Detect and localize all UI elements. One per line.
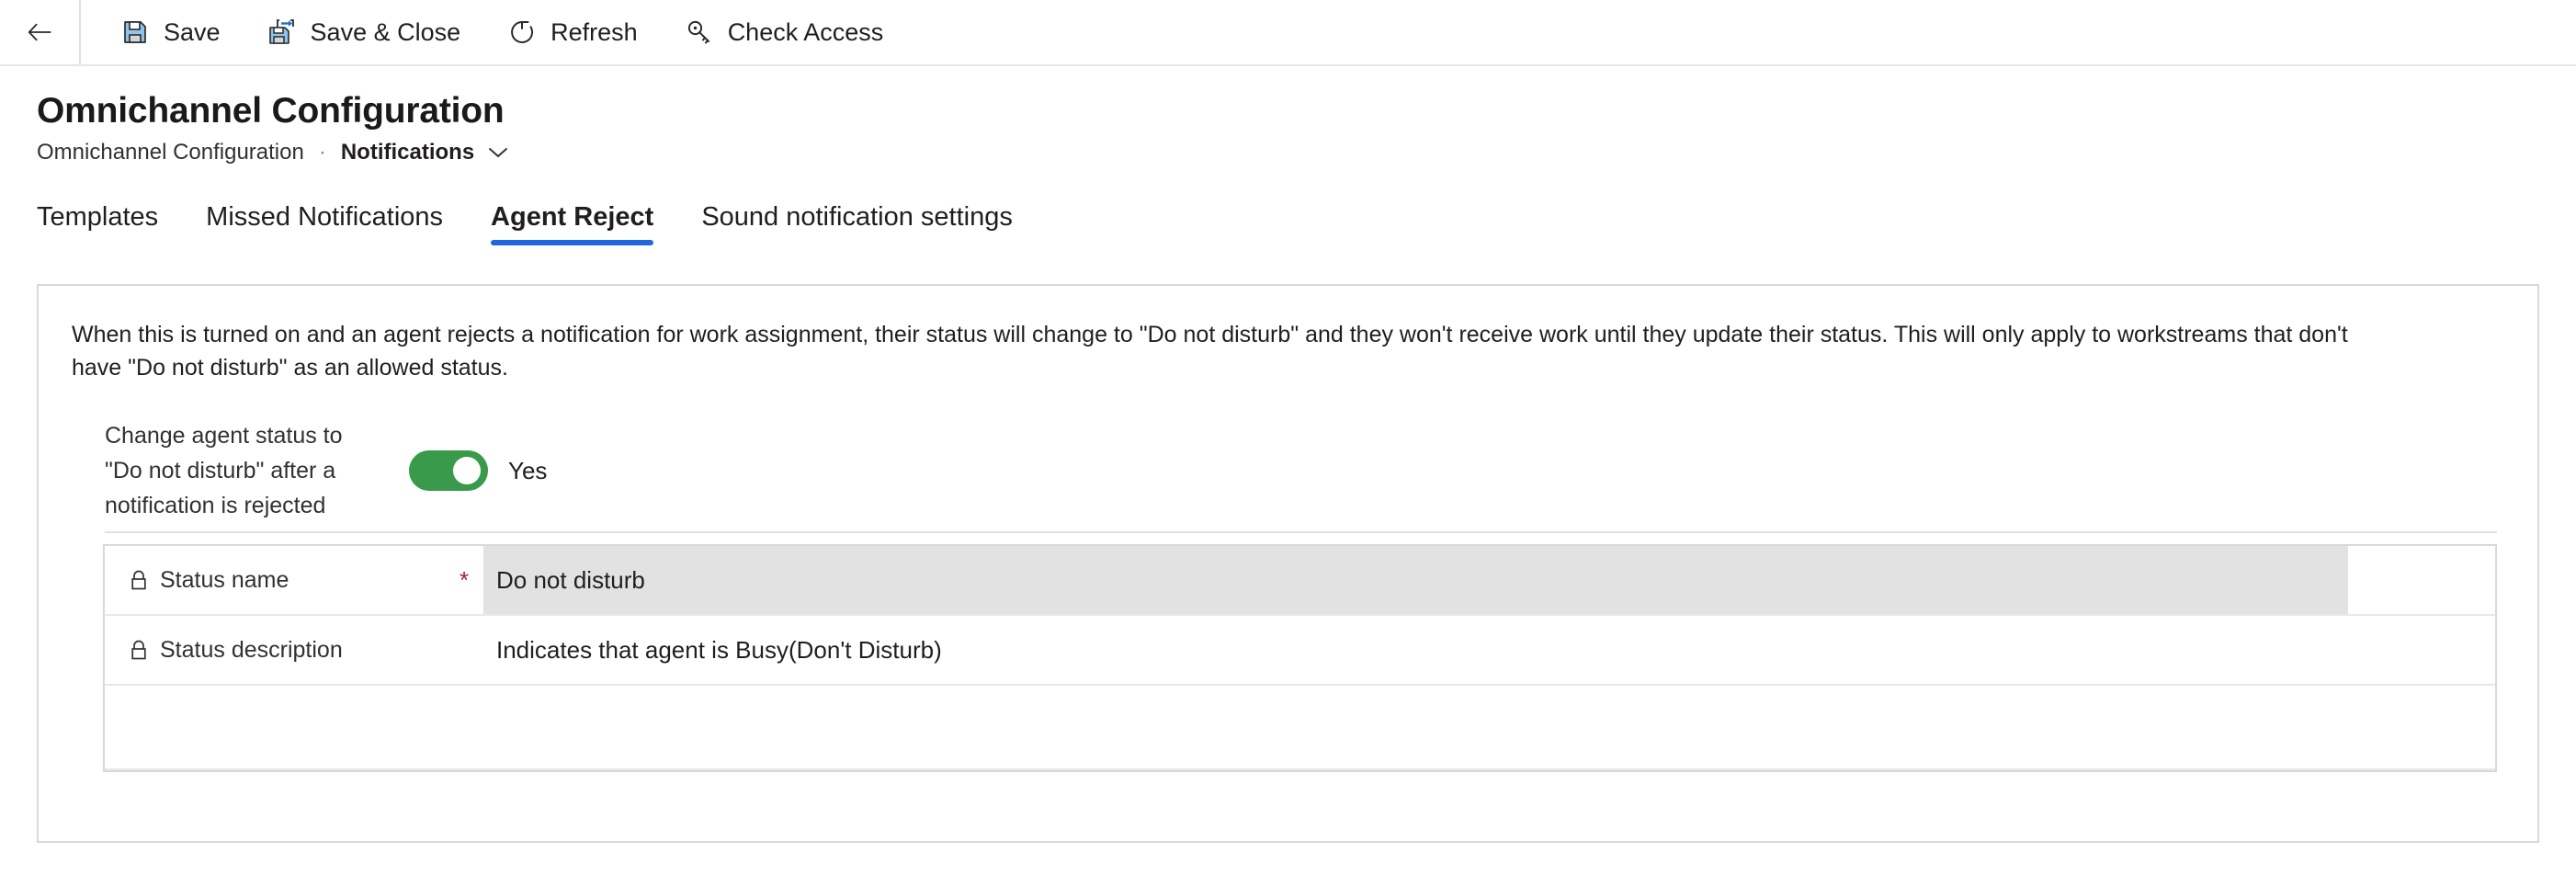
- breadcrumb-current: Notifications: [340, 140, 475, 165]
- tab-sound-notification-settings[interactable]: Sound notification settings: [677, 197, 1037, 251]
- command-bar: Save Save & Close Refresh Check Access: [0, 0, 2576, 66]
- refresh-icon: [508, 18, 536, 46]
- status-details-subgrid: Status name * Do not disturb Status desc…: [103, 544, 2497, 773]
- toggle-knob: [453, 457, 481, 485]
- page-title: Omnichannel Configuration: [37, 91, 505, 131]
- tab-sound-notification-settings-label: Sound notification settings: [701, 202, 1013, 233]
- save-floppy-icon: [121, 18, 149, 46]
- subgrid-empty-row: [105, 686, 2495, 771]
- tab-missed-notifications[interactable]: Missed Notifications: [182, 197, 467, 251]
- key-icon: [686, 18, 713, 46]
- save-and-close-button[interactable]: Save & Close: [244, 6, 485, 58]
- status-name-value-field[interactable]: Do not disturb: [483, 546, 2348, 615]
- status-name-required-marker: *: [459, 566, 470, 595]
- change-agent-status-toggle-state: Yes: [508, 456, 548, 484]
- refresh-button-label: Refresh: [550, 17, 638, 46]
- agent-reject-panel: When this is turned on and an agent reje…: [37, 284, 2539, 844]
- breadcrumb-entity[interactable]: Omnichannel Configuration: [37, 140, 304, 165]
- tab-strip: Templates Missed Notifications Agent Rej…: [0, 197, 2576, 251]
- save-button-label: Save: [164, 17, 221, 46]
- tab-missed-notifications-label: Missed Notifications: [206, 202, 444, 233]
- panel-description: When this is turned on and an agent reje…: [72, 322, 2348, 381]
- refresh-button[interactable]: Refresh: [484, 6, 662, 58]
- tab-agent-reject[interactable]: Agent Reject: [467, 197, 677, 251]
- title-area: Omnichannel Configuration Omnichannel Co…: [0, 66, 2576, 165]
- back-arrow-icon: [26, 18, 53, 46]
- lock-icon: [129, 568, 149, 592]
- status-description-row: Status description Indicates that agent …: [105, 616, 2495, 687]
- change-agent-status-toggle-wrap: Yes: [409, 450, 548, 492]
- check-access-button-label: Check Access: [727, 17, 884, 46]
- panel-separator: [105, 531, 2497, 534]
- back-button[interactable]: [0, 0, 79, 65]
- tab-agent-reject-label: Agent Reject: [491, 202, 654, 233]
- chevron-down-icon[interactable]: [487, 145, 509, 160]
- status-name-label-cell: Status name: [105, 546, 445, 614]
- save-and-close-button-label: Save & Close: [310, 17, 461, 46]
- save-and-close-icon: [268, 18, 296, 46]
- change-agent-status-field: Change agent status to "Do not disturb" …: [39, 384, 2537, 531]
- command-bar-items: Save Save & Close Refresh Check Access: [81, 6, 907, 58]
- status-description-value-field[interactable]: Indicates that agent is Busy(Don't Distu…: [483, 616, 2348, 684]
- status-description-label: Status description: [160, 636, 343, 663]
- breadcrumb: Omnichannel Configuration · Notification…: [37, 140, 2576, 165]
- status-description-required-marker: [445, 616, 483, 684]
- check-access-button[interactable]: Check Access: [662, 6, 908, 58]
- subgrid-tail: [105, 770, 2495, 818]
- lock-icon: [129, 638, 149, 662]
- status-name-label: Status name: [160, 566, 289, 593]
- tab-templates-label: Templates: [37, 202, 159, 233]
- status-description-value: Indicates that agent is Busy(Don't Distu…: [496, 635, 942, 664]
- tab-templates[interactable]: Templates: [37, 197, 182, 251]
- change-agent-status-toggle[interactable]: [409, 450, 488, 492]
- save-button[interactable]: Save: [97, 6, 244, 58]
- breadcrumb-separator: ·: [318, 140, 326, 165]
- status-name-row: Status name * Do not disturb: [105, 546, 2495, 617]
- status-description-label-cell: Status description: [105, 616, 445, 684]
- status-name-value: Do not disturb: [496, 565, 645, 594]
- change-agent-status-label: Change agent status to "Do not disturb" …: [105, 422, 343, 519]
